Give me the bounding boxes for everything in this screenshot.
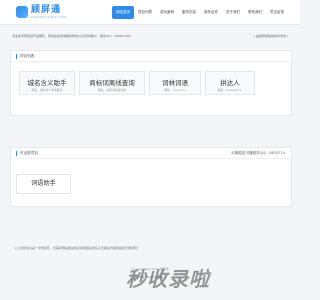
for-sale-header: 可出售项目 长期稳定可靠服务QQ：2805714 (11, 148, 291, 159)
disclaimer-bar: 以上项目信息是一次性转售，您需对网站相关信息承担相关责任以及相关内容的版权归属风… (10, 243, 290, 253)
project-url: 网址：cilu.lyl.cn (164, 88, 186, 92)
nav-services[interactable]: 服务内容 (178, 6, 200, 19)
nav-feedback[interactable]: 意见反馈 (266, 6, 288, 19)
site-logo[interactable]: 顾屏通 GUPINGTONG.COM (16, 4, 66, 20)
project-name: 拼达人 (220, 79, 240, 87)
section-title: 可出售项目 (20, 151, 38, 155)
notice-bar: 专业的专项项目开发团队，欢迎您的咨询服务热线以及合作报价！ 联系QQ：78065… (12, 32, 288, 42)
project-tile[interactable]: 商标词离线查询 网址：商标词离线查询 (79, 71, 145, 95)
contact-qq-text: 长期稳定可靠服务QQ：2805714 (230, 151, 285, 155)
logo-icon (16, 6, 28, 18)
nav-home[interactable]: 网站首页 (112, 6, 134, 19)
project-tile[interactable]: 拼达人 网址：www.pdr.cn (205, 71, 255, 95)
section-accent-bar (16, 151, 17, 156)
tech-support-text: | 由顾屏通提供技术支持 | (254, 34, 288, 38)
logo-subtext: GUPINGTONG.COM (31, 14, 67, 19)
project-tile[interactable]: 词林词语 网址：cilu.lyl.cn (149, 71, 201, 95)
section-accent-bar (16, 54, 17, 59)
project-list-header: 项目列表 (11, 51, 291, 62)
nav-projects[interactable]: 项目列表 (134, 6, 156, 19)
nav-cases[interactable]: 成功案例 (156, 6, 178, 19)
project-name: 商标词离线查询 (89, 79, 135, 87)
project-url: 网址：商标词离线查询 (98, 88, 126, 92)
logo-text: 顾屏通 (31, 4, 62, 15)
for-sale-tile[interactable]: 词语助手 (16, 174, 71, 194)
watermark-text: 秒收录啦 (126, 267, 210, 291)
project-list-card: 项目列表 城名含义助手 网址：域名含义查询助手 商标词离线查询 网址：商标词离线… (10, 50, 292, 116)
project-name: 城名含义助手 (27, 79, 67, 87)
nav-about[interactable]: 关于我们 (222, 6, 244, 19)
notice-text: 专业的专项项目开发团队，欢迎您的咨询服务热线以及合作报价！ 联系QQ：78065… (12, 34, 131, 38)
main-nav: 网站首页 项目列表 成功案例 服务内容 商务合作 关于我们 联系我们 意见反馈 (112, 6, 288, 22)
disclaimer-text: 以上项目信息是一次性转售，您需对网站相关信息承担相关责任以及相关内容的版权归属风… (14, 246, 141, 250)
nav-contact[interactable]: 联系我们 (244, 6, 266, 19)
project-name: 词林词语 (162, 79, 188, 87)
top-header: 顾屏通 GUPINGTONG.COM 网站首页 项目列表 成功案例 服务内容 商… (0, 0, 300, 25)
project-tile[interactable]: 城名含义助手 网址：域名含义查询助手 (19, 71, 75, 95)
section-title: 项目列表 (20, 54, 35, 58)
nav-business[interactable]: 商务合作 (200, 6, 222, 19)
project-url: 网址：www.pdr.cn (217, 88, 243, 92)
project-url: 网址：域名含义查询助手 (31, 88, 63, 92)
